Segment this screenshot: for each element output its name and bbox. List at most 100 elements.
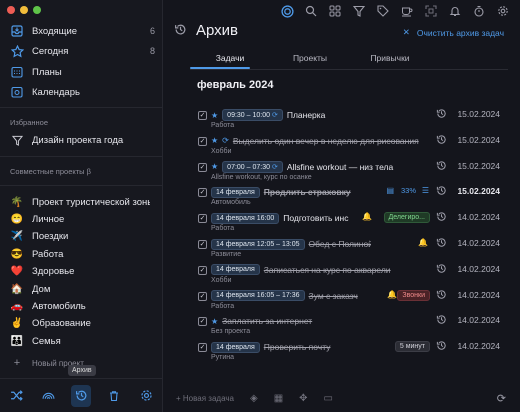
progress-percent: 33% — [400, 186, 416, 196]
focus-icon[interactable] — [280, 4, 294, 18]
restore-history-icon[interactable] — [436, 134, 447, 148]
sidebar-project-item[interactable]: 🌴 Проект туристической зоны — [10, 193, 155, 211]
date-badge-text: 14 февраля — [216, 343, 255, 351]
calendar-icon[interactable]: ▦ — [274, 393, 283, 404]
close-window-button[interactable] — [7, 6, 15, 14]
checklist-icon: ☰ — [421, 186, 429, 196]
gear-icon[interactable] — [137, 386, 157, 406]
task-row[interactable]: ✓ ★ 07:00 – 07:30 ⟳ Allsfine workout — низ … — [164, 159, 520, 185]
sidebar-project-item[interactable]: ✈️ Поездки — [10, 228, 155, 246]
task-main-line: 14 февраля 16:05 – 17:36 Зум с заказч — [211, 289, 371, 303]
layers-icon[interactable]: ◈ — [250, 393, 258, 404]
project-emoji-icon: 🌴 — [10, 196, 24, 208]
trash-icon[interactable]: ▭ — [324, 393, 333, 404]
task-row[interactable]: ✓ 14 февраля Продлить страховку Автомобиль 3… — [164, 184, 520, 210]
sidebar-project-item[interactable]: 😎 Работа — [10, 245, 155, 263]
sidebar-project-item[interactable]: 🚗 Автомобиль — [10, 297, 155, 315]
project-emoji-icon: ❤️ — [10, 266, 24, 278]
sidebar-item-label: Планы — [32, 66, 62, 78]
new-task-button[interactable]: + Новая задача — [176, 394, 234, 403]
task-checkbox[interactable]: ✓ — [198, 111, 207, 120]
search-icon[interactable] — [304, 4, 318, 18]
tab-habits[interactable]: Привычки — [350, 53, 430, 69]
rainbow-icon[interactable] — [39, 386, 59, 406]
coffee-icon[interactable] — [400, 4, 414, 18]
scan-icon[interactable] — [424, 4, 438, 18]
sidebar-item-label: Дом — [32, 283, 51, 295]
task-date: 14.02.2024 — [457, 263, 500, 274]
timer-icon[interactable] — [472, 4, 486, 18]
date-badge-text: 07:00 – 07:30 — [227, 163, 270, 171]
task-project: Работа — [211, 122, 235, 129]
project-emoji-icon: 🏠 — [10, 283, 24, 295]
gear-icon[interactable] — [496, 4, 510, 18]
sidebar-item-plans[interactable]: Планы — [10, 63, 155, 81]
restore-history-icon[interactable] — [436, 185, 447, 199]
sync-icon[interactable]: ⟳ — [497, 392, 506, 405]
task-main-line: ★ 07:00 – 07:30 ⟳ Allsfine workout — низ т… — [211, 160, 431, 174]
sidebar-item-inbox[interactable]: Входящие 6 — [10, 22, 155, 40]
history-icon — [174, 23, 187, 39]
sidebar-item-calendar[interactable]: Календарь — [10, 83, 155, 101]
task-row[interactable]: ✓ 14 февраля 16:00 Подготовить инс Работа 🔔 Д… — [164, 210, 520, 236]
task-checkbox[interactable]: ✓ — [198, 265, 207, 275]
task-row[interactable]: ✓ 14 февраля 12:05 – 13:05 Обед с Полиной Р… — [164, 236, 520, 262]
restore-history-icon[interactable] — [436, 108, 447, 122]
task-checkbox[interactable]: ✓ — [198, 343, 207, 353]
move-icon[interactable]: ✥ — [299, 393, 307, 404]
star-icon: ★ — [211, 110, 219, 120]
minimize-window-button[interactable] — [20, 6, 28, 14]
grid-icon[interactable] — [328, 4, 342, 18]
task-row[interactable]: ✓ ★ Заплатить за интернет Без проекта 14.02.… — [164, 313, 520, 339]
clear-archive-button[interactable]: ✕ Очистить архив задач — [403, 27, 504, 38]
task-title: Заплатить за интернет — [222, 316, 313, 327]
zoom-window-button[interactable] — [33, 6, 41, 14]
restore-history-icon[interactable] — [436, 289, 447, 303]
sidebar-item-favorite[interactable]: Дизайн проекта года — [10, 131, 155, 149]
task-row[interactable]: ✓ ★ 09:30 – 10:00 ⟳ Планерка Работа 15.02.202… — [164, 107, 520, 133]
sidebar-project-item[interactable]: 👪 Семья — [10, 332, 155, 350]
active-tab-indicator — [190, 67, 250, 69]
sidebar-project-item[interactable]: 😁 Личное — [10, 210, 155, 228]
restore-history-icon[interactable] — [436, 160, 447, 174]
task-row[interactable]: ✓ 14 февраля Записаться на курс по акварел… — [164, 262, 520, 288]
date-badge: 14 февраля — [211, 186, 260, 198]
task-row[interactable]: ✓ ★ ⟳ Выделить один вечер в неделю для рисо… — [164, 133, 520, 159]
task-checkbox[interactable]: ✓ — [198, 162, 207, 172]
task-main-line: 14 февраля Записаться на курс по акварели — [211, 263, 431, 277]
tag-icon[interactable] — [376, 4, 390, 18]
task-checkbox[interactable]: ✓ — [198, 136, 207, 146]
date-badge-text: 14 февраля — [216, 188, 255, 196]
month-heading: февраль 2024 — [197, 79, 274, 91]
task-checkbox[interactable]: ✓ — [198, 240, 207, 249]
trash-icon[interactable] — [104, 386, 124, 406]
task-checkbox[interactable]: ✓ — [198, 188, 207, 198]
task-title: Записаться на курс по акварели — [263, 264, 391, 275]
task-row[interactable]: ✓ 14 февраля 16:05 – 17:36 Зум с заказч Раб… — [164, 288, 520, 314]
restore-history-icon[interactable] — [436, 237, 447, 251]
task-checkbox[interactable]: ✓ — [198, 214, 207, 224]
filter-icon[interactable] — [352, 4, 366, 18]
sidebar-project-item[interactable]: ✌️ Образование — [10, 315, 155, 333]
calendar-grid-icon — [10, 65, 24, 79]
restore-history-icon[interactable] — [436, 314, 447, 328]
sidebar-project-item[interactable]: 🏠 Дом — [10, 280, 155, 298]
restore-history-icon[interactable] — [436, 263, 447, 277]
task-checkbox[interactable]: ✓ — [198, 317, 207, 327]
project-emoji-icon: 🚗 — [10, 300, 24, 312]
restore-history-icon[interactable] — [436, 211, 447, 225]
sidebar: Входящие 6 Сегодня 8 Планы Календарь Изб… — [0, 0, 163, 412]
sidebar-divider — [0, 107, 163, 108]
task-checkbox[interactable]: ✓ — [198, 291, 207, 301]
archive-history-icon[interactable] — [71, 384, 92, 407]
sidebar-project-item[interactable]: ❤️ Здоровье — [10, 263, 155, 281]
shuffle-icon[interactable] — [6, 386, 26, 406]
task-row[interactable]: ✓ 14 февраля Проверить почту Рутина 5 минут 1… — [164, 339, 520, 365]
tooltip: Архив — [68, 365, 96, 376]
restore-history-icon[interactable] — [436, 340, 447, 354]
main-panel: Архив ✕ Очистить архив задач Задачи Прое… — [164, 0, 520, 412]
sidebar-item-today[interactable]: Сегодня 8 — [10, 42, 155, 60]
task-date: 15.02.2024 — [457, 186, 500, 197]
tab-projects[interactable]: Проекты — [270, 53, 350, 69]
bell-icon[interactable] — [448, 4, 462, 18]
